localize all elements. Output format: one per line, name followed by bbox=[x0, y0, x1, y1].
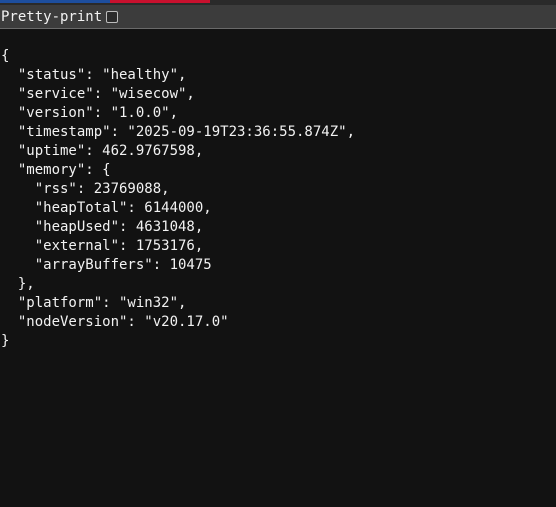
json-line: "service": "wisecow", bbox=[1, 86, 195, 102]
json-line: "version": "1.0.0", bbox=[1, 105, 179, 121]
json-line: "heapTotal": 6144000, bbox=[1, 200, 212, 216]
json-line: { bbox=[1, 48, 10, 64]
json-line: } bbox=[1, 333, 10, 349]
pretty-print-toggle[interactable]: Pretty-print bbox=[0, 8, 119, 26]
json-line: "timestamp": "2025-09-19T23:36:55.874Z", bbox=[1, 124, 356, 140]
json-line: "nodeVersion": "v20.17.0" bbox=[1, 314, 229, 330]
json-line: "memory": { bbox=[1, 162, 111, 178]
json-line: "platform": "win32", bbox=[1, 295, 187, 311]
pretty-print-checkbox[interactable] bbox=[106, 10, 119, 23]
json-line: "rss": 23769088, bbox=[1, 181, 170, 197]
tab-accent-blue bbox=[0, 0, 110, 3]
json-response-body: { "status": "healthy", "service": "wisec… bbox=[1, 47, 355, 351]
json-line: "external": 1753176, bbox=[1, 238, 204, 254]
json-line: "status": "healthy", bbox=[1, 67, 187, 83]
json-line: "arrayBuffers": 10475 bbox=[1, 257, 212, 273]
tab-accent-red bbox=[110, 0, 210, 3]
json-line: }, bbox=[1, 276, 35, 292]
json-line: "uptime": 462.9767598, bbox=[1, 143, 204, 159]
json-line: "heapUsed": 4631048, bbox=[1, 219, 204, 235]
json-viewer-toolbar: Pretty-print bbox=[0, 5, 556, 29]
pretty-print-label: Pretty-print bbox=[1, 8, 103, 25]
